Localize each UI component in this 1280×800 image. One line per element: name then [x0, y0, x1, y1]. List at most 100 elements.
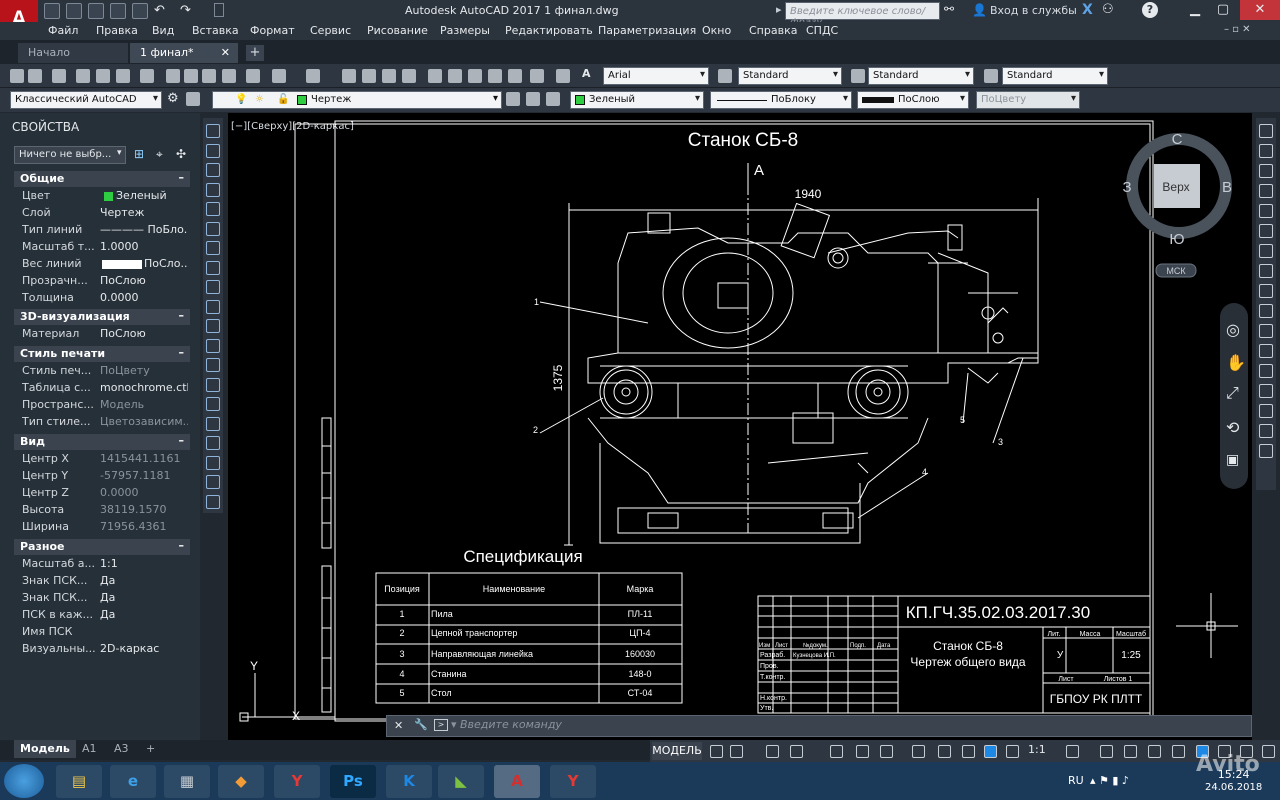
ellipse-icon[interactable]	[206, 299, 220, 314]
command-close-icon[interactable]: ✕	[394, 719, 403, 732]
menu-modify[interactable]: Редактировать	[505, 24, 593, 37]
offset-icon[interactable]	[1259, 184, 1273, 198]
menu-file[interactable]: Файл	[48, 24, 78, 37]
break-at-point-icon[interactable]	[1259, 344, 1273, 358]
property-row[interactable]: Слой Чертеж	[0, 206, 200, 223]
sign-in-link[interactable]: Вход в службы	[990, 4, 1077, 17]
command-settings-icon[interactable]: 🔧	[414, 718, 428, 731]
redo-icon[interactable]	[306, 69, 320, 83]
line-icon[interactable]	[206, 124, 220, 138]
property-row[interactable]: Центр X 1415441.1161	[0, 452, 200, 469]
property-row[interactable]: Тип стиле... Цветозависим...	[0, 415, 200, 432]
showmotion-icon[interactable]: ▣	[1226, 452, 1239, 468]
array-icon[interactable]	[1259, 204, 1273, 218]
calculator-icon[interactable]	[530, 69, 544, 83]
undo-icon[interactable]	[272, 69, 286, 83]
property-row[interactable]: Толщина 0.0000	[0, 291, 200, 308]
save-icon[interactable]	[88, 3, 104, 19]
customization-icon[interactable]	[1262, 745, 1275, 758]
menu-parametric[interactable]: Параметризация	[598, 24, 696, 37]
circle-icon[interactable]	[206, 241, 220, 255]
isodraft-icon[interactable]	[830, 745, 843, 758]
annotation-visibility-icon[interactable]	[984, 745, 997, 758]
pan-icon[interactable]: ✋	[1226, 353, 1246, 372]
point-icon[interactable]	[206, 377, 220, 392]
polyline-icon[interactable]	[206, 163, 220, 177]
grid-icon[interactable]	[710, 745, 723, 758]
preview-icon[interactable]	[96, 69, 110, 83]
taskbar-ie-icon[interactable]: e	[110, 765, 156, 798]
layer-freeze-icon[interactable]: ☼	[255, 94, 264, 105]
section-misc[interactable]: Разное	[14, 539, 190, 555]
transparency-icon[interactable]	[938, 745, 951, 758]
make-block-icon[interactable]	[206, 358, 220, 372]
dimstyle-select[interactable]: Standard	[738, 67, 842, 85]
saveas-icon[interactable]	[110, 3, 126, 19]
exchange-icon[interactable]: X	[1082, 2, 1093, 18]
insert-block-icon[interactable]	[206, 338, 220, 353]
property-row[interactable]: Прозрачн... ПоСлою	[0, 274, 200, 291]
menu-view[interactable]: Вид	[152, 24, 174, 37]
color-select[interactable]: Зеленый	[570, 91, 704, 109]
command-prompt-icon[interactable]: >	[434, 719, 448, 731]
select-objects-icon[interactable]: ⌖	[156, 147, 163, 162]
text-style-icon[interactable]: A	[582, 67, 591, 80]
orbit-icon[interactable]: ⟲	[1226, 418, 1239, 437]
print-icon[interactable]	[132, 3, 148, 19]
join-icon[interactable]	[1259, 384, 1273, 398]
fillet-icon[interactable]	[1259, 424, 1273, 438]
tablestyle-select[interactable]: Standard	[868, 67, 974, 85]
help-search-input[interactable]: Введите ключевое слово/фразу	[785, 2, 940, 28]
object-snap-icon[interactable]	[880, 745, 893, 758]
section-plot[interactable]: Стиль печати	[14, 346, 190, 362]
polygon-icon[interactable]	[206, 182, 220, 197]
3dprint-icon[interactable]	[140, 69, 154, 83]
stretch-icon[interactable]	[1259, 284, 1273, 298]
open-icon[interactable]	[28, 69, 42, 83]
section-view[interactable]: Вид	[14, 434, 190, 450]
redo-icon[interactable]: ↷	[180, 3, 191, 18]
selection-cycling-icon[interactable]	[962, 745, 975, 758]
add-selected-icon[interactable]	[206, 494, 220, 509]
property-row[interactable]: Пространс... Модель	[0, 398, 200, 415]
font-select[interactable]: Arial	[603, 67, 709, 85]
layout-add-button[interactable]: +	[140, 740, 161, 758]
zoom-previous-icon[interactable]	[402, 69, 416, 83]
snap-icon[interactable]	[730, 745, 743, 758]
command-input[interactable]: Введите команду	[460, 718, 562, 731]
property-row[interactable]: Визуальны... 2D-каркас	[0, 642, 200, 659]
start-button[interactable]	[4, 764, 44, 798]
steering-wheel-icon[interactable]: ◎	[1226, 320, 1240, 339]
publish-icon[interactable]	[116, 69, 130, 83]
help-icon[interactable]	[556, 69, 570, 83]
property-row[interactable]: Центр Z 0.0000	[0, 486, 200, 503]
share-icon[interactable]	[214, 3, 224, 17]
viewcube-north[interactable]: С	[1172, 131, 1183, 148]
scale-icon[interactable]	[1259, 264, 1273, 278]
layer-states-icon[interactable]	[546, 92, 560, 106]
trim-icon[interactable]	[1259, 304, 1273, 318]
layer-previous-icon[interactable]	[526, 92, 540, 106]
construction-line-icon[interactable]	[206, 143, 220, 158]
sheetset-icon[interactable]	[488, 69, 502, 83]
properties-icon[interactable]	[428, 69, 442, 83]
property-row[interactable]: Знак ПСК... Да	[0, 574, 200, 591]
doc-window-controls[interactable]: – ▫ ✕	[1224, 24, 1251, 35]
move-icon[interactable]	[1259, 224, 1273, 238]
gradient-icon[interactable]	[206, 416, 220, 431]
layout-tab-a1[interactable]: A1	[76, 740, 103, 758]
mirror-icon[interactable]	[1259, 164, 1273, 178]
mleaderstyle-select[interactable]: Standard	[1002, 67, 1108, 85]
mleaderstyle-icon[interactable]	[984, 69, 998, 83]
plotstyle-select[interactable]: ПоЦвету	[976, 91, 1080, 109]
property-row[interactable]: Вес линий ПоСло...	[0, 257, 200, 274]
property-row[interactable]: Стиль печ... ПоЦвету	[0, 364, 200, 381]
taskbar-autocad-icon[interactable]: A	[494, 765, 540, 798]
new-icon[interactable]	[44, 3, 60, 19]
arc-icon[interactable]	[206, 221, 220, 236]
menu-draw[interactable]: Рисование	[367, 24, 428, 37]
plot-icon[interactable]	[76, 69, 90, 83]
cut-icon[interactable]	[166, 69, 180, 83]
new-tab-button[interactable]: +	[246, 45, 264, 61]
layer-properties-icon[interactable]	[186, 92, 200, 106]
